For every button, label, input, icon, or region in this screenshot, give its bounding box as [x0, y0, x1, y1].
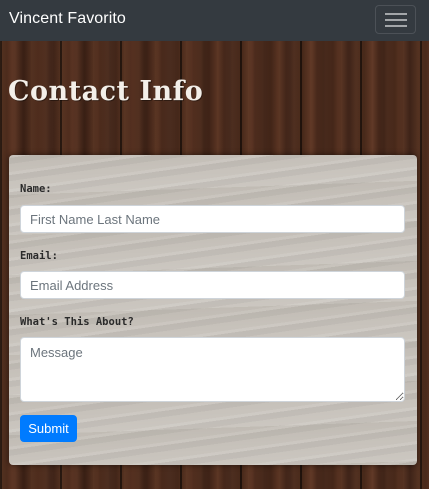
contact-form: Name: Email: What's This About? Submit — [9, 155, 417, 465]
submit-button[interactable]: Submit — [20, 415, 77, 442]
message-label: What's This About? — [20, 316, 134, 328]
navbar: Vincent Favorito — [0, 0, 429, 41]
name-label: Name: — [20, 183, 52, 195]
brand-link[interactable]: Vincent Favorito — [9, 10, 126, 28]
email-input[interactable] — [20, 271, 405, 299]
page-title: Contact Info — [8, 76, 204, 107]
navbar-toggler-button[interactable] — [375, 5, 416, 34]
hamburger-menu-icon — [385, 13, 407, 27]
email-label: Email: — [20, 250, 58, 262]
message-textarea[interactable] — [20, 337, 405, 402]
name-input[interactable] — [20, 205, 405, 233]
